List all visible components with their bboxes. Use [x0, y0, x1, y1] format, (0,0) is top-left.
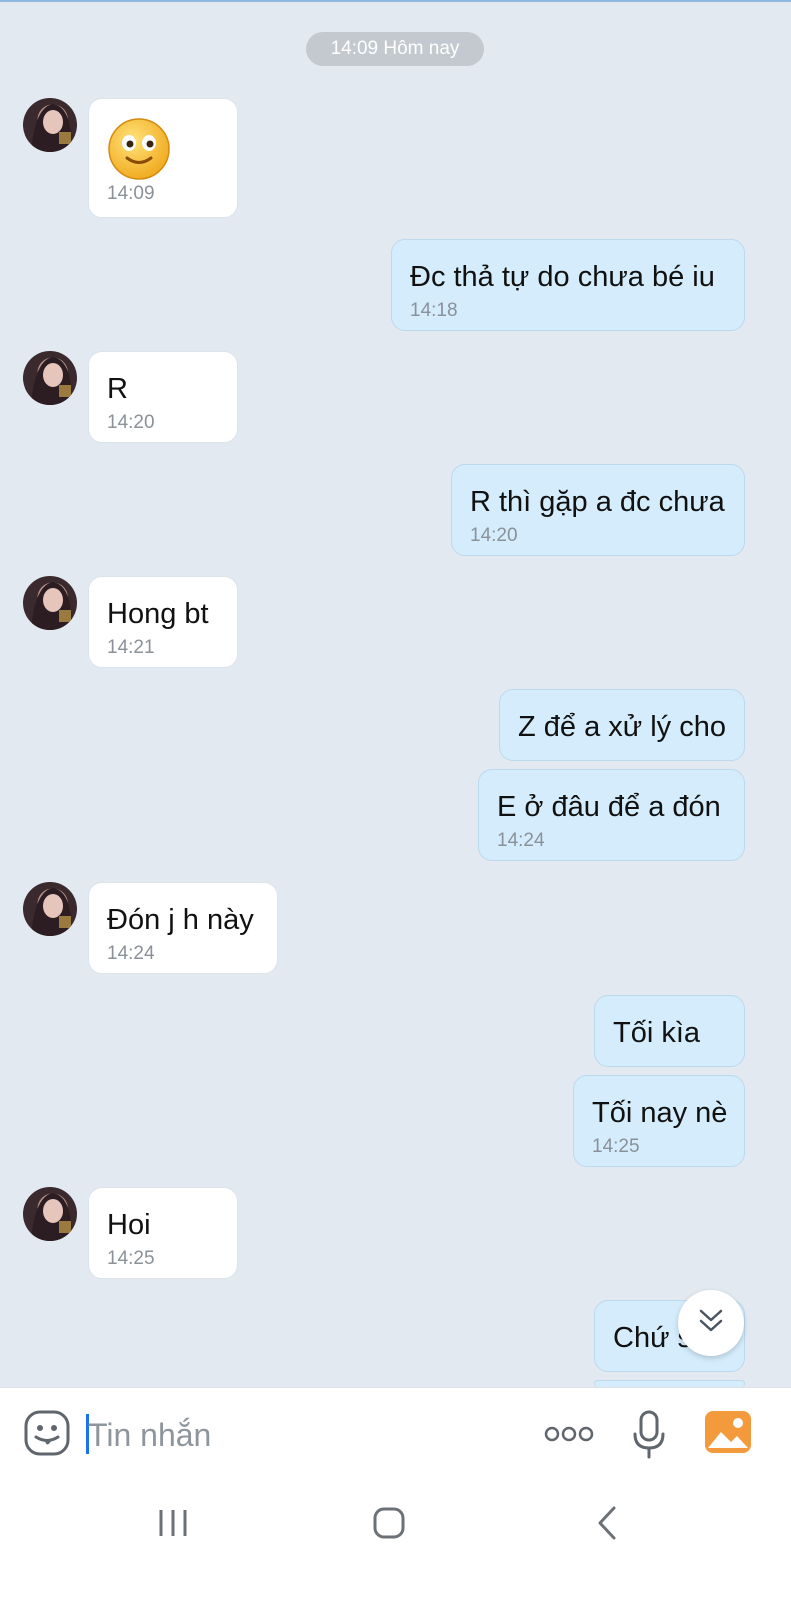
scroll-to-bottom-button[interactable] [678, 1290, 744, 1356]
message-bubble-incoming[interactable]: 14:09 [88, 98, 238, 218]
recent-apps-icon[interactable] [157, 1507, 189, 1544]
sticker-icon[interactable] [24, 1410, 70, 1461]
date-separator: 14:09 Hôm nay [306, 32, 484, 66]
message-text: Hong bt [107, 598, 209, 630]
sender-avatar[interactable] [23, 351, 77, 405]
message-time: 14:24 [497, 830, 545, 851]
system-navigation-bar [0, 1479, 791, 1600]
message-time: 14:20 [107, 412, 155, 433]
message-bubble-incoming[interactable]: Hong bt 14:21 [88, 576, 238, 668]
message-bubble-outgoing[interactable]: Z để a xử lý cho [499, 689, 745, 761]
message-time: 14:24 [107, 943, 155, 964]
sender-avatar[interactable] [23, 1187, 77, 1241]
double-chevron-down-icon [696, 1306, 726, 1341]
message-time: 14:18 [410, 300, 458, 321]
top-edge [0, 0, 791, 2]
message-time: 14:20 [470, 525, 518, 546]
message-time: 14:09 [107, 183, 155, 204]
slightly-smiling-face-icon [107, 117, 171, 181]
message-bubble-outgoing[interactable]: Đc thả tự do chưa bé iu 14:18 [391, 239, 745, 331]
sender-avatar[interactable] [23, 576, 77, 630]
more-icon[interactable] [544, 1424, 594, 1449]
message-text: Tối nay nè [592, 1097, 728, 1129]
message-bubble-incoming[interactable]: Đón j h này 14:24 [88, 882, 278, 974]
message-text: R [107, 373, 128, 405]
message-bubble-outgoing[interactable]: Tối kìa [594, 995, 745, 1067]
message-text: Đc thả tự do chưa bé iu [410, 261, 715, 293]
message-text: R thì gặp a đc chưa [470, 486, 725, 518]
message-text: E ở đâu để a đón [497, 791, 721, 823]
message-time: 14:25 [592, 1136, 640, 1157]
message-bubble-outgoing[interactable]: E ở đâu để a đón 14:24 [478, 769, 745, 861]
message-composer [0, 1387, 791, 1480]
message-text: Tối kìa [613, 1017, 701, 1049]
microphone-icon[interactable] [632, 1410, 666, 1465]
image-icon[interactable] [704, 1410, 752, 1459]
message-text: Đón j h này [107, 904, 254, 936]
home-icon[interactable] [373, 1507, 405, 1544]
message-bubble-outgoing[interactable]: R thì gặp a đc chưa 14:20 [451, 464, 745, 556]
message-bubble-outgoing[interactable]: Tối nay nè 14:25 [573, 1075, 745, 1167]
message-time: 14:25 [107, 1248, 155, 1269]
sender-avatar[interactable] [23, 882, 77, 936]
message-input[interactable] [86, 1412, 510, 1458]
message-time: 14:21 [107, 637, 155, 658]
message-text: Hoi [107, 1209, 151, 1241]
message-bubble-incoming[interactable]: Hoi 14:25 [88, 1187, 238, 1279]
back-icon[interactable] [596, 1505, 618, 1546]
message-bubble-outgoing-partial [594, 1380, 745, 1387]
message-bubble-incoming[interactable]: R 14:20 [88, 351, 238, 443]
message-text: Z để a xử lý cho [518, 711, 726, 743]
sender-avatar[interactable] [23, 98, 77, 152]
